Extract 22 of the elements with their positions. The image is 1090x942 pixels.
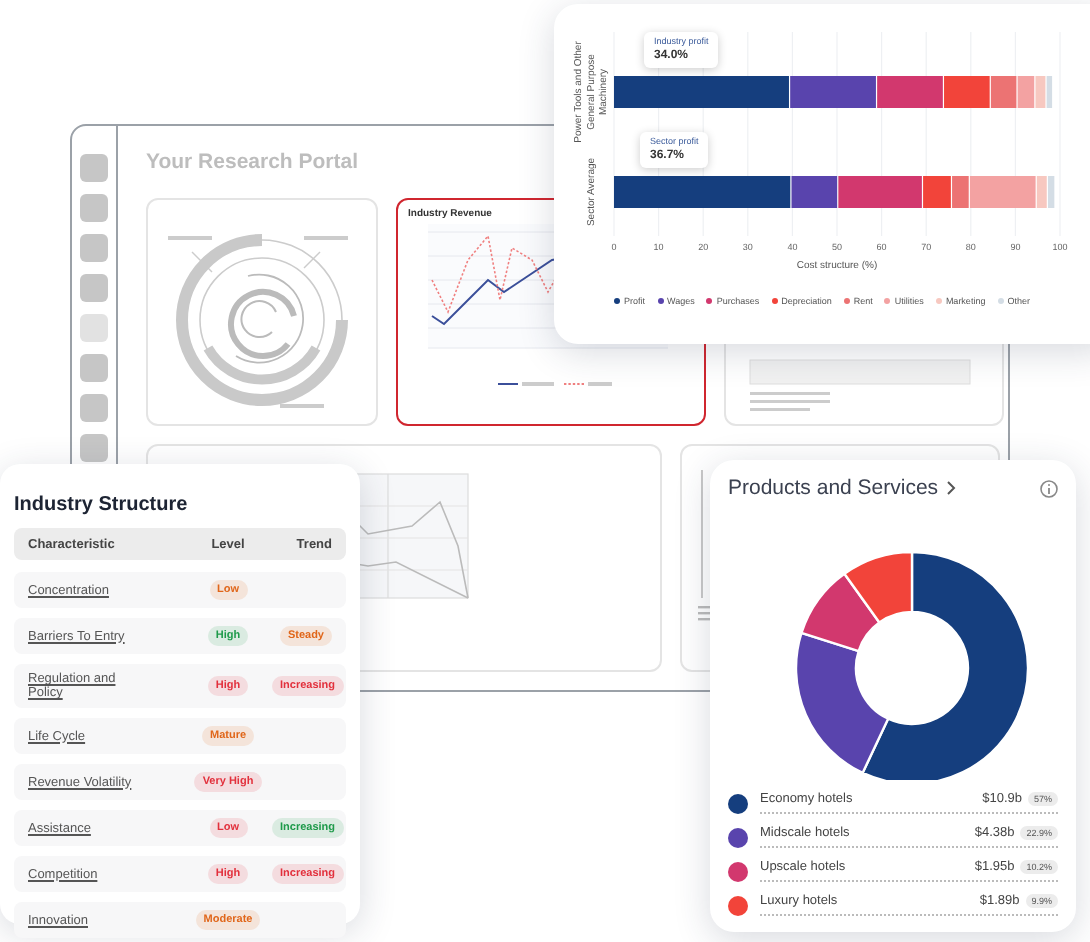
card-title: Products and Services (728, 476, 939, 500)
axis-line (701, 469, 703, 599)
nav-item[interactable] (80, 354, 108, 382)
legend-dot (884, 298, 891, 304)
nav-item[interactable] (80, 274, 108, 302)
nav-item[interactable] (80, 434, 108, 462)
portal-title: Your Research Portal (146, 150, 359, 178)
card-title: Industry Structure (14, 494, 188, 516)
info-icon[interactable] (1040, 479, 1058, 497)
legend-dot (935, 298, 942, 304)
nav-item[interactable] (80, 154, 108, 182)
chevron-icon[interactable] (946, 480, 957, 496)
legend-dot (843, 298, 850, 304)
legend-dot (657, 298, 664, 304)
nav-item[interactable] (80, 194, 108, 222)
nav-item[interactable] (80, 234, 108, 262)
legend-dot (706, 298, 713, 304)
nav-item[interactable] (80, 314, 108, 342)
legend-dot (997, 298, 1004, 304)
nav-item[interactable] (80, 394, 108, 422)
legend-dot (771, 298, 778, 304)
legend-dot (614, 298, 621, 304)
